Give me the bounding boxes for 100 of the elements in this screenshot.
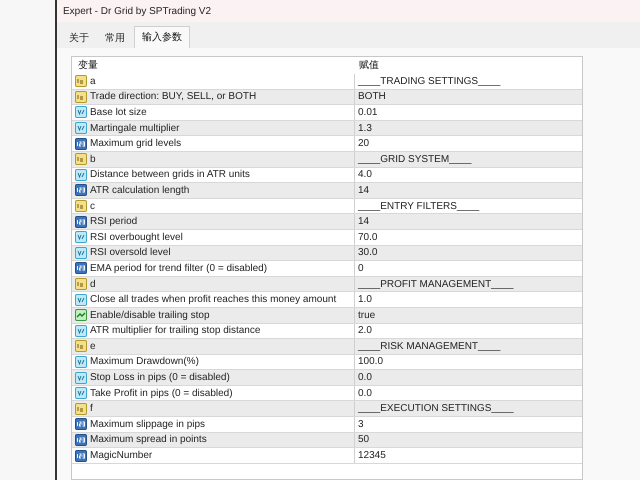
double-type-icon <box>75 231 87 244</box>
boolean-type-icon <box>75 309 87 322</box>
variable-name: Maximum spread in points <box>90 433 207 448</box>
integer-type-icon <box>75 184 87 196</box>
parameter-value: 30.0 <box>357 246 378 260</box>
parameter-row[interactable]: Take Profit in pips (0 = disabled) 0.0 <box>72 386 582 402</box>
parameter-value: 70.0 <box>357 230 378 245</box>
parameter-value: 0.0 <box>357 386 373 401</box>
variable-name: f <box>90 402 93 416</box>
variable-name: RSI period <box>90 215 138 230</box>
double-type-icon <box>75 294 87 306</box>
variable-name: b <box>90 152 96 167</box>
parameter-row[interactable]: Enable/disable trailing stop true <box>72 308 582 324</box>
tab[interactable]: 关于 <box>62 28 96 48</box>
integer-type-icon <box>75 216 87 228</box>
double-type-icon <box>75 324 87 337</box>
variable-name: c <box>90 200 95 214</box>
parameter-value: 20 <box>357 137 370 152</box>
parameter-row[interactable]: EMA period for trend filter (0 = disabled) 0 <box>72 261 582 277</box>
variable-name: EMA period for trend filter (0 = disabled) <box>90 262 268 276</box>
string-type-icon <box>75 75 87 88</box>
window-title: Expert - Dr Grid by SPTrading V2 <box>63 4 212 18</box>
parameter-row[interactable]: Stop Loss in pips (0 = disabled) 0.0 <box>72 370 582 386</box>
variable-name: Trade direction: BUY, SELL, or BOTH <box>90 90 256 104</box>
parameter-value: 100.0 <box>357 355 384 370</box>
variable-name: MagicNumber <box>90 449 152 464</box>
parameter-row[interactable]: ATR multiplier for trailing stop distance 2.0 <box>72 324 582 340</box>
parameter-row[interactable]: Close all trades when profit reaches this money amount 1.0 <box>72 292 582 308</box>
string-type-icon <box>75 340 87 352</box>
parameter-value: BOTH <box>357 90 387 104</box>
column-header: 赋值 <box>358 58 380 73</box>
parameter-row[interactable]: e ____RISK MANAGEMENT____ <box>72 339 582 355</box>
parameter-value: 1.3 <box>357 122 373 136</box>
parameter-row[interactable]: d ____PROFIT MANAGEMENT____ <box>72 276 582 292</box>
parameter-row[interactable]: f ____EXECUTION SETTINGS____ <box>72 401 582 418</box>
parameter-value: 0.0 <box>357 371 373 386</box>
variable-name: Take Profit in pips (0 = disabled) <box>90 386 233 401</box>
tab[interactable]: 常用 <box>98 28 132 48</box>
tab[interactable]: 输入参数 <box>134 26 190 48</box>
parameter-row[interactable]: MagicNumber 12345 <box>72 448 582 464</box>
parameter-row[interactable]: Maximum grid levels 20 <box>72 136 582 152</box>
parameter-value: 0.01 <box>357 106 378 120</box>
variable-name: RSI oversold level <box>90 246 171 260</box>
string-type-icon <box>75 153 87 166</box>
variable-name: RSI overbought level <box>90 230 183 245</box>
parameter-value: ____RISK MANAGEMENT____ <box>356 340 502 354</box>
string-type-icon <box>75 90 87 103</box>
parameter-row[interactable]: a ____TRADING SETTINGS____ <box>72 74 582 90</box>
parameter-row[interactable]: ATR calculation length 14 <box>72 183 582 199</box>
parameter-value: 0 <box>357 262 365 276</box>
double-type-icon <box>75 372 87 384</box>
variable-name: Base lot size <box>90 106 147 120</box>
integer-type-icon <box>75 434 87 446</box>
parameter-row[interactable]: RSI oversold level 30.0 <box>72 246 582 262</box>
parameter-value: 1.0 <box>357 293 373 308</box>
double-type-icon <box>75 387 87 400</box>
parameter-value: 12345 <box>357 449 387 464</box>
parameter-row[interactable]: Maximum spread in points 50 <box>72 432 582 448</box>
parameter-value: ____EXECUTION SETTINGS____ <box>356 402 515 416</box>
integer-type-icon <box>75 418 87 430</box>
double-type-icon <box>75 168 87 181</box>
parameter-value: ____TRADING SETTINGS____ <box>356 74 502 89</box>
string-type-icon <box>75 402 87 415</box>
parameter-row[interactable]: Maximum Drawdown(%) 100.0 <box>72 354 582 370</box>
variable-name: a <box>90 74 96 89</box>
variable-name: e <box>90 340 96 354</box>
parameter-row[interactable]: Maximum slippage in pips 3 <box>72 417 582 433</box>
parameter-value: 3 <box>357 418 365 432</box>
variable-name: Maximum slippage in pips <box>90 418 206 432</box>
parameter-row[interactable]: RSI overbought level 70.0 <box>72 230 582 246</box>
parameter-row[interactable]: Base lot size 0.01 <box>72 105 582 121</box>
parameter-value: 4.0 <box>357 168 373 182</box>
parameter-row[interactable]: Distance between grids in ATR units 4.0 <box>72 168 582 184</box>
integer-type-icon <box>75 262 87 274</box>
parameter-row[interactable]: Martingale multiplier 1.3 <box>72 120 582 136</box>
variable-name: Martingale multiplier <box>90 122 180 136</box>
double-type-icon <box>75 106 87 118</box>
variable-name: Distance between grids in ATR units <box>90 168 250 182</box>
string-type-icon <box>75 200 87 212</box>
variable-name: ATR calculation length <box>90 184 190 198</box>
parameter-value: 2.0 <box>357 324 373 338</box>
variable-name: Close all trades when profit reaches this money amount <box>90 293 336 308</box>
string-type-icon <box>75 278 87 290</box>
parameter-row[interactable]: b ____GRID SYSTEM____ <box>72 152 582 168</box>
parameter-row[interactable]: c ____ENTRY FILTERS____ <box>72 198 582 214</box>
variable-name: Stop Loss in pips (0 = disabled) <box>90 371 230 386</box>
parameter-value: 14 <box>357 184 370 198</box>
variable-name: d <box>90 278 96 292</box>
column-header: 变量 <box>77 58 99 73</box>
parameter-row[interactable]: RSI period 14 <box>72 214 582 230</box>
parameter-value: ____ENTRY FILTERS____ <box>356 200 480 214</box>
parameter-value: ____GRID SYSTEM____ <box>356 152 472 167</box>
variable-name: Maximum grid levels <box>90 137 182 152</box>
parameter-row[interactable]: Trade direction: BUY, SELL, or BOTH BOTH <box>72 90 582 106</box>
parameter-value: ____PROFIT MANAGEMENT____ <box>356 278 514 292</box>
parameter-value: 50 <box>357 433 370 448</box>
variable-name: Enable/disable trailing stop <box>90 308 210 323</box>
parameter-value: true <box>357 308 376 323</box>
parameter-value: 14 <box>357 215 370 230</box>
variable-name: ATR multiplier for trailing stop distance <box>90 324 260 338</box>
